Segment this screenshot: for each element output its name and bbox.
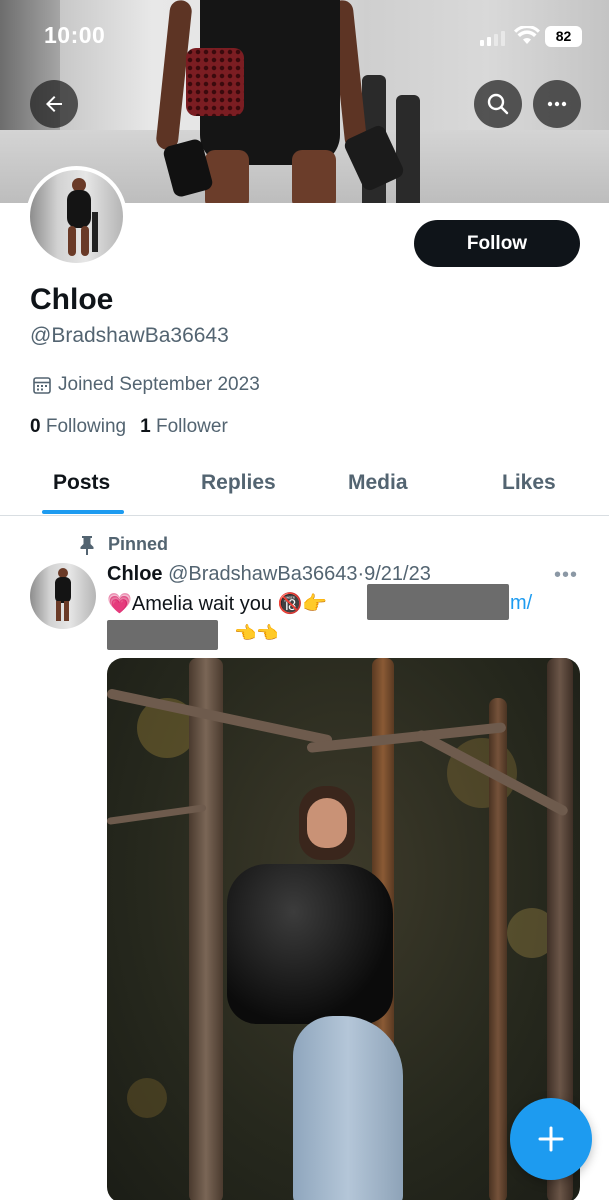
banner-bollard [396,95,420,203]
active-tab-indicator [42,510,124,514]
post-header: Chloe @BradshawBa36643·9/21/23 [107,563,431,585]
followers-label: Follower [155,416,228,437]
follow-button[interactable]: Follow [414,220,580,267]
joined-text: Joined September 2023 [58,374,260,395]
post-link-fragment[interactable]: m/ [510,592,532,615]
compose-button[interactable] [510,1098,592,1180]
pin-icon [80,535,94,555]
person-jeans [293,1016,403,1200]
profile-avatar[interactable] [26,166,127,267]
post-author-handle[interactable]: @BradshawBa36643 [168,563,357,585]
back-arrow-icon [46,96,62,112]
post-more-icon[interactable]: ••• [554,564,578,587]
plus-icon [538,1126,564,1152]
post-text: 💗Amelia wait you 🔞👉 [107,593,328,615]
search-button[interactable] [474,80,522,128]
post-date[interactable]: 9/21/23 [364,563,431,585]
banner-leg [292,150,336,203]
tree-trunk [189,658,223,1200]
display-name: Chloe [30,283,114,316]
wifi-icon [514,26,540,44]
status-bar: 10:00 82 [0,0,609,70]
tab-replies[interactable]: Replies [201,471,276,495]
pinned-label-row: Pinned [78,534,168,555]
tab-media[interactable]: Media [348,471,408,495]
following-count: 0 [30,416,41,437]
post-author-name[interactable]: Chloe [107,563,163,585]
followers-link[interactable]: 1 Follower [140,416,228,438]
cellular-signal-icon [480,30,505,46]
back-button[interactable] [30,80,78,128]
redacted-link-block [367,584,509,620]
status-time: 10:00 [44,22,106,48]
follow-counts: 0 Following 1 Follower [30,416,228,438]
more-icon [547,101,567,107]
tab-posts[interactable]: Posts [53,471,110,495]
following-link[interactable]: 0 Following [30,416,126,438]
following-label: Following [45,416,127,437]
followers-count: 1 [140,416,151,437]
redacted-text-block [107,620,218,650]
post-author-avatar[interactable] [30,563,96,629]
post-text-emoji: 👈👈 [234,623,279,643]
battery-indicator: 82 [545,26,582,47]
person-jacket [227,864,393,1024]
more-options-button[interactable] [533,80,581,128]
pinned-label: Pinned [108,534,169,554]
joined-date: Joined September 2023 [32,374,260,396]
tab-likes[interactable]: Likes [502,471,556,495]
search-icon [487,93,509,115]
profile-tabs: Posts Replies Media Likes [0,455,609,516]
user-handle: @BradshawBa36643 [30,324,229,347]
banner-leg [205,150,249,203]
calendar-icon [33,377,51,394]
person-face [307,798,347,848]
post-image[interactable] [107,658,580,1200]
